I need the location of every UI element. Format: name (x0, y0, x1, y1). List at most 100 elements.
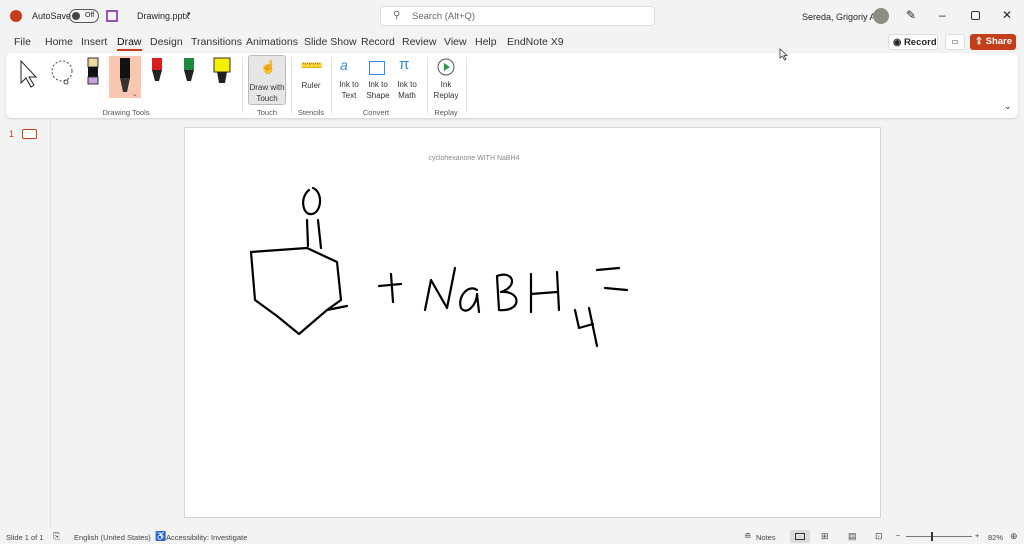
draw-with-touch-button[interactable]: ☝ Draw with Touch (248, 55, 286, 105)
reading-view-icon[interactable]: ▤ (848, 531, 857, 542)
group-convert: Convert (362, 108, 390, 117)
green-pen-icon[interactable] (181, 57, 197, 87)
comments-button[interactable]: ▭ (945, 34, 965, 50)
accessibility-icon[interactable]: ♿ (155, 531, 166, 542)
autosave-label: AutoSave (32, 11, 72, 21)
ink-to-math-icon[interactable]: π (399, 56, 409, 73)
ink-subscript-4 (573, 306, 599, 348)
group-replay: Replay (434, 108, 458, 117)
black-pen-button[interactable]: ⌄ (109, 56, 141, 98)
user-name[interactable]: Sereda, Grigoriy A (802, 12, 876, 22)
chevron-down-icon[interactable]: ▾ (187, 10, 191, 18)
ink-to-shape-label[interactable]: Ink to Shape (363, 79, 393, 101)
accessibility-status[interactable]: Accessibility: Investigate (166, 533, 247, 542)
eraser-icon[interactable] (86, 57, 100, 87)
close-button[interactable]: ✕ (1002, 8, 1012, 22)
ink-plus-sign (377, 272, 403, 304)
ink-to-shape-icon[interactable] (369, 61, 385, 75)
tab-review[interactable]: Review (402, 36, 436, 48)
record-button[interactable]: ◉ Record (888, 34, 938, 50)
record-label: Record (903, 37, 937, 48)
tab-draw[interactable]: Draw (117, 36, 142, 51)
zoom-slider-thumb[interactable] (931, 532, 933, 541)
tab-insert[interactable]: Insert (81, 36, 107, 48)
spellcheck-icon[interactable]: ⎘ (53, 531, 60, 542)
fit-to-window-icon[interactable]: ⊕ (1010, 531, 1018, 542)
ruler-label[interactable]: Ruler (296, 80, 326, 91)
red-pen-icon[interactable] (149, 57, 165, 87)
share-label: Share (985, 36, 1013, 47)
ink-to-text-icon[interactable]: a (340, 57, 348, 73)
notes-button[interactable]: Notes (756, 533, 776, 542)
lasso-select-icon[interactable] (48, 59, 78, 89)
slide-thumbnail-number: 1 (9, 129, 15, 139)
avatar[interactable] (873, 8, 889, 24)
ink-replay-label[interactable]: Ink Replay (431, 79, 461, 101)
tab-design[interactable]: Design (150, 36, 183, 48)
status-bar: Slide 1 of 1 ⎘ English (United States) ♿… (0, 529, 1024, 544)
search-icon: ⚲ (393, 10, 401, 21)
tab-record[interactable]: Record (361, 36, 395, 48)
save-icon[interactable] (106, 10, 118, 22)
ink-minus-2 (603, 286, 629, 292)
tab-file[interactable]: File (14, 36, 31, 48)
group-drawing-tools: Drawing Tools (102, 108, 150, 117)
ink-letter-a (459, 287, 481, 314)
pane-divider[interactable] (50, 120, 51, 528)
title-bar: AutoSave Off Drawing.pptx ▾ ⚲ Search (Alt… (0, 0, 1024, 32)
slide-sorter-icon[interactable]: ⊞ (821, 531, 829, 542)
zoom-level[interactable]: 82% (988, 533, 1003, 542)
select-arrow-icon[interactable] (18, 59, 40, 89)
zoom-in-button[interactable]: + (975, 531, 979, 540)
autosave-toggle[interactable]: Off (69, 9, 99, 23)
tab-view[interactable]: View (444, 36, 467, 48)
ribbon: ⌄ Drawing Tools ☝ Draw with Touch Touch … (6, 53, 1018, 118)
black-pen-icon: ⌄ (120, 58, 138, 98)
slideshow-icon[interactable]: ⊡ (875, 531, 883, 542)
collapse-ribbon-icon[interactable]: ⌄ (1004, 101, 1012, 112)
ink-to-text-label[interactable]: Ink to Text (335, 79, 363, 101)
tab-transitions[interactable]: Transitions (191, 36, 242, 48)
tab-help[interactable]: Help (475, 36, 497, 48)
touch-hand-icon: ☝ (260, 59, 277, 74)
mouse-cursor-icon (779, 48, 789, 61)
ink-double-bond-2 (316, 218, 323, 250)
ink-minus-1 (595, 266, 621, 272)
zoom-slider[interactable] (906, 536, 972, 537)
search-placeholder: Search (Alt+Q) (412, 11, 476, 22)
tab-endnote[interactable]: EndNote X9 (507, 36, 564, 48)
ink-letter-h (529, 270, 561, 314)
restore-button[interactable] (971, 11, 980, 20)
filename[interactable]: Drawing.pptx (137, 11, 190, 21)
ruler-icon[interactable]: 📏 (298, 52, 326, 80)
tab-home[interactable]: Home (45, 36, 73, 48)
minimize-button[interactable]: – (939, 8, 946, 22)
normal-view-icon (795, 533, 805, 540)
pen-icon[interactable]: ✎ (906, 8, 916, 22)
ink-replay-icon[interactable] (436, 57, 456, 77)
group-touch: Touch (256, 108, 277, 117)
ink-drawing[interactable] (185, 128, 882, 519)
ink-double-bond-1 (305, 218, 310, 248)
toggle-knob (72, 12, 80, 20)
powerpoint-logo-icon (10, 10, 22, 22)
slide-thumbnail[interactable] (22, 129, 37, 139)
autosave-state: Off (85, 12, 95, 19)
ink-letter-n (423, 266, 457, 312)
slide-canvas[interactable]: cyclohexanone WITH NaBH4 (184, 127, 881, 518)
highlighter-icon[interactable] (212, 57, 232, 87)
ink-carbonyl-oxygen (302, 186, 322, 216)
tab-slide-show[interactable]: Slide Show (304, 36, 357, 48)
zoom-out-button[interactable]: – (896, 530, 900, 539)
slide-count: Slide 1 of 1 (6, 533, 44, 542)
language[interactable]: English (United States) (74, 533, 151, 542)
share-button[interactable]: ⇪ Share (970, 34, 1016, 50)
group-stencils: Stencils (297, 108, 325, 117)
ink-to-math-label[interactable]: Ink to Math (392, 79, 422, 101)
search-input[interactable]: ⚲ Search (Alt+Q) (380, 6, 655, 26)
tab-animations[interactable]: Animations (246, 36, 298, 48)
ink-hexagon-ring (249, 246, 343, 336)
notes-icon[interactable]: ≘ (744, 531, 752, 542)
draw-with-touch-label: Draw with Touch (249, 83, 285, 103)
svg-text:⌄: ⌄ (132, 91, 138, 98)
